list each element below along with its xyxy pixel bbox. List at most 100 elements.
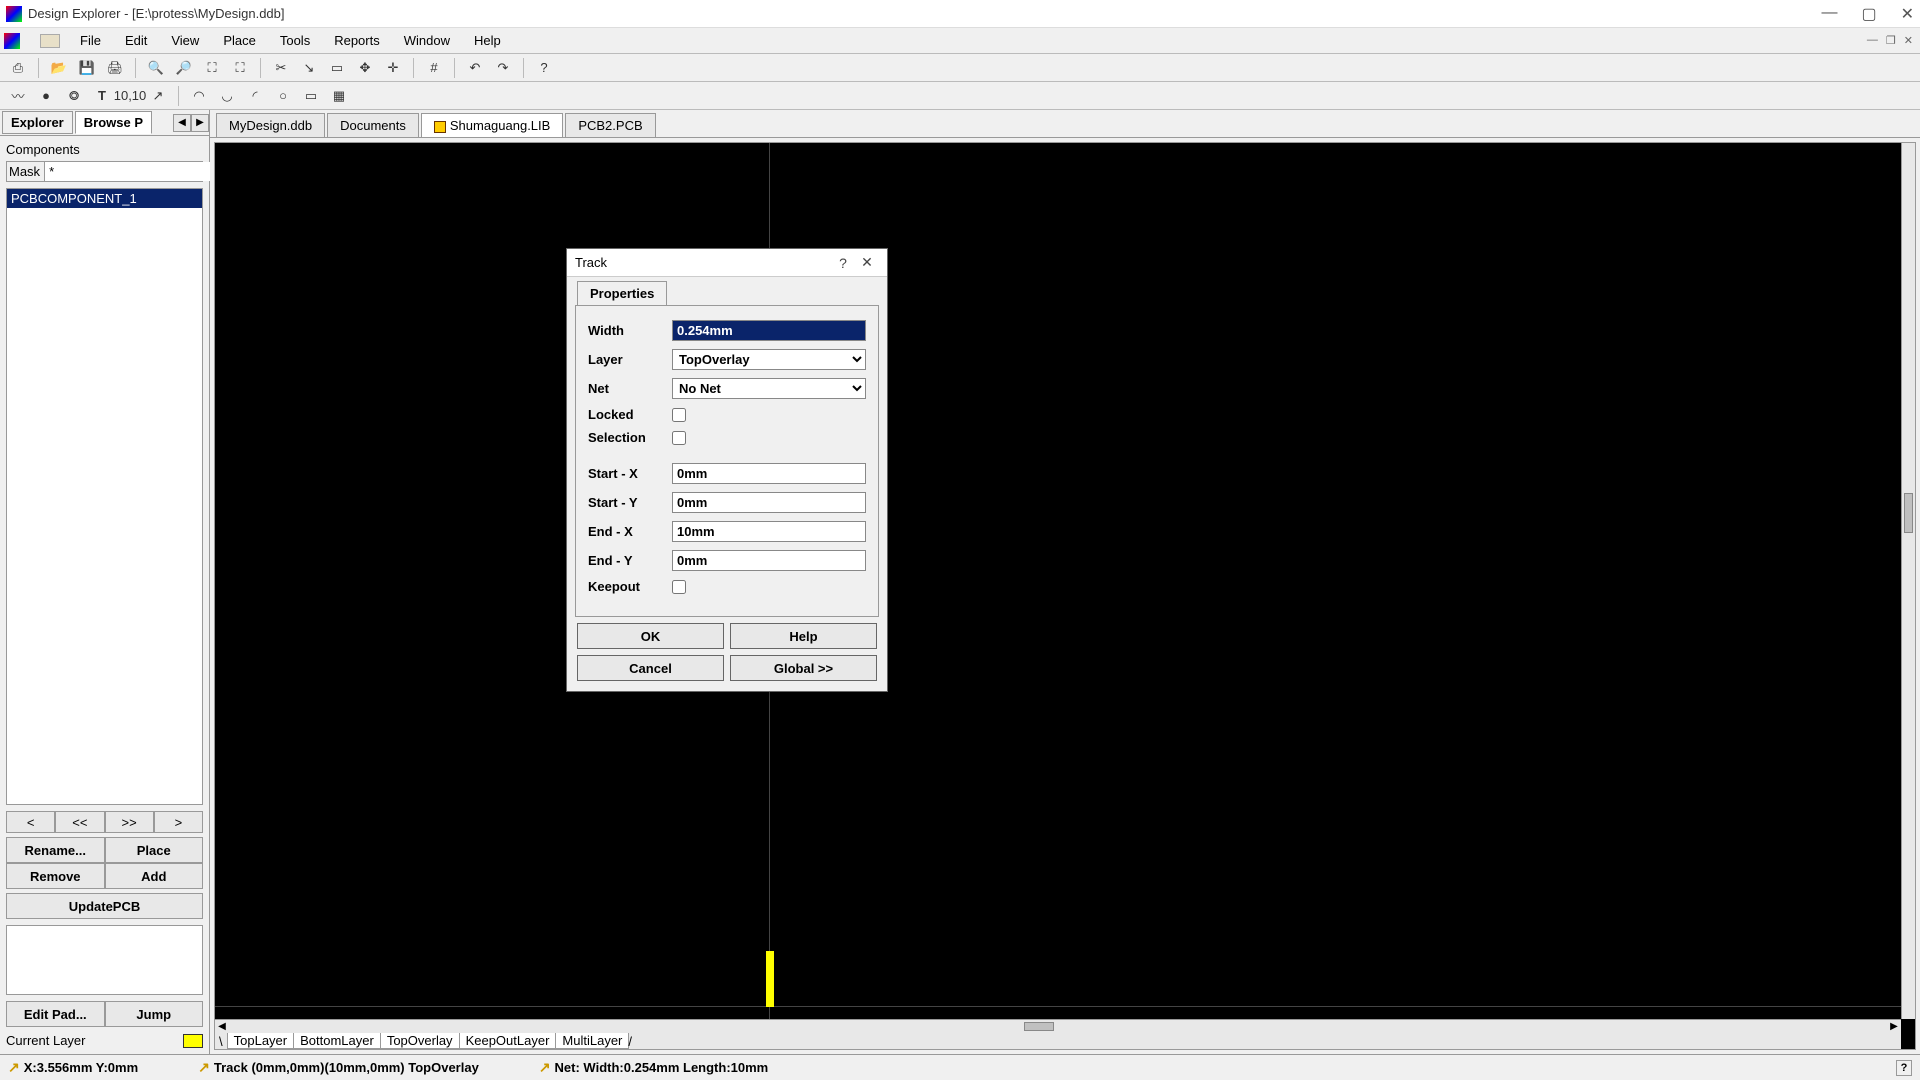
pointer-icon[interactable]: ↘ (299, 58, 319, 78)
vertical-scrollbar[interactable] (1901, 143, 1915, 1019)
via-icon[interactable]: ⭗ (64, 86, 84, 106)
h-scroll-left-icon[interactable]: ◀ (215, 1020, 229, 1033)
save-icon[interactable]: 💾 (77, 58, 97, 78)
layer-color-swatch[interactable] (183, 1034, 203, 1048)
locked-checkbox[interactable] (672, 408, 686, 422)
dimension-icon[interactable]: ↗ (148, 86, 168, 106)
pad-icon[interactable]: ● (36, 86, 56, 106)
doc-tab-mydesign[interactable]: MyDesign.ddb (216, 113, 325, 137)
menu-window[interactable]: Window (394, 31, 460, 50)
nav-fast-prev-button[interactable]: << (55, 811, 104, 833)
circle-icon[interactable]: ○ (273, 86, 293, 106)
doc-tab-pcb2[interactable]: PCB2.PCB (565, 113, 655, 137)
tab-browse[interactable]: Browse P (75, 111, 152, 134)
zoom-fit-icon[interactable]: ⛶ (202, 58, 222, 78)
startx-input[interactable] (672, 463, 866, 484)
mdi-restore-icon[interactable]: ❐ (1883, 34, 1899, 47)
menu-reports[interactable]: Reports (324, 31, 390, 50)
cut-icon[interactable]: ✂ (271, 58, 291, 78)
global-button[interactable]: Global >> (730, 655, 877, 681)
remove-button[interactable]: Remove (6, 863, 105, 889)
updatepcb-button[interactable]: UpdatePCB (6, 893, 203, 919)
track-marker[interactable] (766, 951, 774, 1007)
mask-input[interactable] (44, 162, 229, 181)
v-scroll-thumb[interactable] (1904, 493, 1913, 533)
doc-tab-documents[interactable]: Documents (327, 113, 419, 137)
coord-icon[interactable]: 10,10 (120, 86, 140, 106)
tab-explorer[interactable]: Explorer (2, 111, 73, 134)
layer-tab-topoverlay[interactable]: TopOverlay (380, 1033, 460, 1049)
menu-tools[interactable]: Tools (270, 31, 320, 50)
layer-tab-multilayer[interactable]: MultiLayer (555, 1033, 629, 1049)
undo-icon[interactable]: ↶ (465, 58, 485, 78)
ok-button[interactable]: OK (577, 623, 724, 649)
arc-center-icon[interactable]: ◠ (189, 86, 209, 106)
add-button[interactable]: Add (105, 863, 204, 889)
endx-input[interactable] (672, 521, 866, 542)
keepout-checkbox[interactable] (672, 580, 686, 594)
minimize-button[interactable]: — (1821, 4, 1837, 24)
editpad-button[interactable]: Edit Pad... (6, 1001, 105, 1027)
close-button[interactable]: ✕ (1901, 4, 1914, 24)
zoom-in-icon[interactable]: 🔍 (146, 58, 166, 78)
components-label: Components (6, 142, 203, 157)
dialog-help-icon[interactable]: ? (831, 255, 855, 271)
endy-input[interactable] (672, 550, 866, 571)
arc-any-icon[interactable]: ◜ (245, 86, 265, 106)
horizontal-scrollbar[interactable]: ◀ ▶ (215, 1019, 1901, 1033)
print-icon[interactable]: 🖨 (105, 58, 125, 78)
layer-select[interactable]: TopOverlay (672, 349, 866, 370)
selection-checkbox[interactable] (672, 431, 686, 445)
component-list[interactable]: PCBCOMPONENT_1 (6, 188, 203, 805)
doc-tab-lib[interactable]: Shumaguang.LIB (421, 113, 563, 137)
tab-scroll-left-icon[interactable]: ◀ (173, 114, 191, 132)
redo-icon[interactable]: ↷ (493, 58, 513, 78)
help-button[interactable]: Help (730, 623, 877, 649)
zoom-out-icon[interactable]: 🔎 (174, 58, 194, 78)
crosshair-icon[interactable]: ✛ (383, 58, 403, 78)
zoom-area-icon[interactable]: ⛶ (230, 58, 250, 78)
rename-button[interactable]: Rename... (6, 837, 105, 863)
menu-place[interactable]: Place (213, 31, 266, 50)
dialog-close-icon[interactable]: ✕ (855, 254, 879, 271)
tree-icon[interactable]: ⎙ (8, 58, 28, 78)
place-button[interactable]: Place (105, 837, 204, 863)
text-icon[interactable]: T (92, 86, 112, 106)
layer-tab-keepoutlayer[interactable]: KeepOutLayer (459, 1033, 557, 1049)
jump-button[interactable]: Jump (105, 1001, 204, 1027)
status-help-icon[interactable]: ? (1896, 1060, 1912, 1076)
tab-scroll-right-icon[interactable]: ▶ (191, 114, 209, 132)
line-icon[interactable]: 〰 (8, 86, 28, 106)
menu-help[interactable]: Help (464, 31, 511, 50)
net-select[interactable]: No Net (672, 378, 866, 399)
starty-label: Start - Y (588, 495, 672, 510)
select-rect-icon[interactable]: ▭ (327, 58, 347, 78)
mdi-minimize-icon[interactable]: — (1864, 34, 1881, 47)
arc-edge-icon[interactable]: ◡ (217, 86, 237, 106)
cancel-button[interactable]: Cancel (577, 655, 724, 681)
layer-tab-toplayer[interactable]: TopLayer (227, 1033, 294, 1049)
window-titlebar: Design Explorer - [E:\protess\MyDesign.d… (0, 0, 1920, 28)
menu-file[interactable]: File (70, 31, 111, 50)
starty-input[interactable] (672, 492, 866, 513)
dialog-tab-properties[interactable]: Properties (577, 281, 667, 305)
help-icon[interactable]: ? (534, 58, 554, 78)
maximize-button[interactable]: ▢ (1861, 4, 1876, 24)
grid-icon[interactable]: # (424, 58, 444, 78)
nav-fast-next-button[interactable]: >> (105, 811, 154, 833)
list-item[interactable]: PCBCOMPONENT_1 (7, 189, 202, 208)
menu-view[interactable]: View (161, 31, 209, 50)
nav-prev-button[interactable]: < (6, 811, 55, 833)
open-icon[interactable]: 📂 (49, 58, 69, 78)
pcb-canvas[interactable]: ◀ ▶ \ TopLayer BottomLayer TopOverlay Ke… (214, 142, 1916, 1050)
menu-edit[interactable]: Edit (115, 31, 157, 50)
move-icon[interactable]: ✥ (355, 58, 375, 78)
layer-tab-bottomlayer[interactable]: BottomLayer (293, 1033, 381, 1049)
h-scroll-thumb[interactable] (1024, 1022, 1054, 1031)
width-input[interactable] (672, 320, 866, 341)
fill-icon[interactable]: ▭ (301, 86, 321, 106)
array-icon[interactable]: ▦ (329, 86, 349, 106)
mdi-close-icon[interactable]: ✕ (1901, 34, 1916, 47)
h-scroll-right-icon[interactable]: ▶ (1887, 1020, 1901, 1033)
nav-next-button[interactable]: > (154, 811, 203, 833)
